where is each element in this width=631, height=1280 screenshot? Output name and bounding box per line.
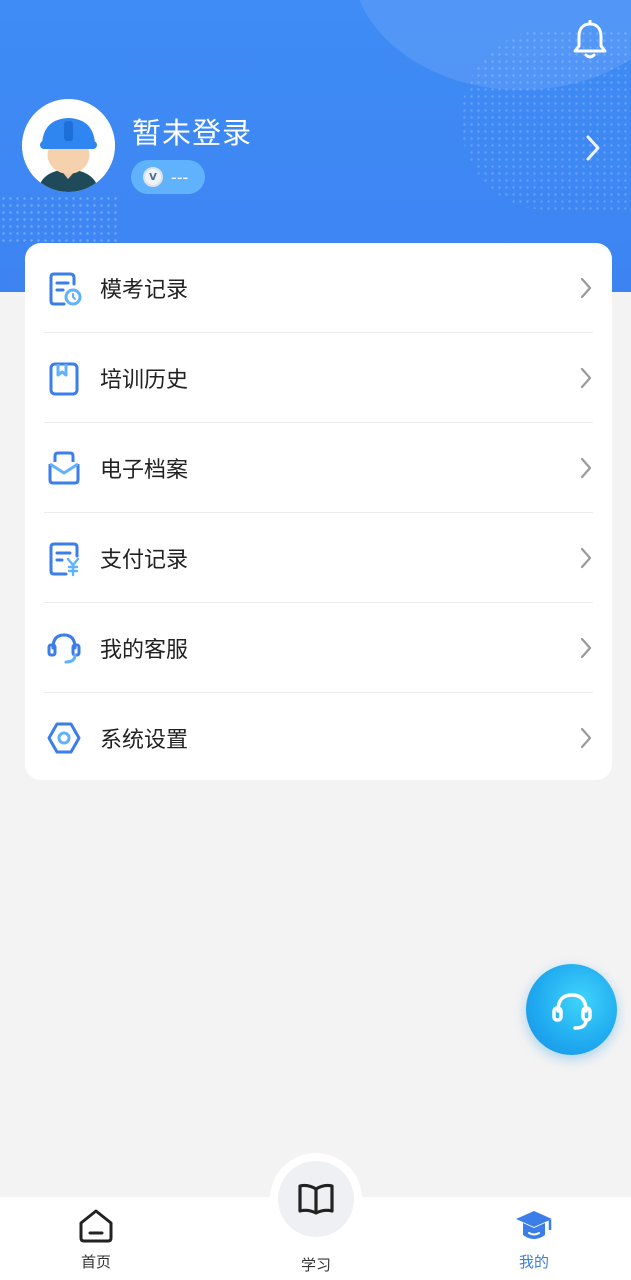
chevron-right-icon[interactable] [583,133,603,163]
chevron-right-icon [579,636,593,660]
menu-item-label: 支付记录 [100,548,189,573]
menu-item-customer-service[interactable]: 我的客服 [44,603,593,693]
menu-item-label: 我的客服 [100,638,189,663]
menu-item-label: 系统设置 [100,728,189,753]
menu-item-label: 电子档案 [100,458,189,483]
menu-item-exam-record[interactable]: 模考记录 [44,243,593,333]
e-archive-icon [46,448,82,488]
tab-home[interactable]: 首页 [36,1197,156,1280]
menu-item-training-history[interactable]: 培训历史 [44,333,593,423]
tab-label: 首页 [80,1253,111,1271]
chevron-right-icon [579,726,593,750]
points-badge[interactable]: V --- [131,160,205,194]
menu-card: 模考记录 培训历史 电子档案 支付记录 我的客服 系统设置 [25,243,612,780]
chevron-right-icon [579,456,593,480]
headset-icon [551,992,592,1030]
tab-mine[interactable]: 我的 [474,1197,594,1280]
menu-item-label: 模考记录 [100,278,189,303]
graduation-cap-icon [514,1205,554,1245]
settings-icon [46,718,82,758]
home-icon [76,1205,116,1245]
username[interactable]: 暂未登录 [132,110,252,152]
tab-label: 我的 [518,1253,549,1271]
exam-record-icon [46,268,82,308]
menu-item-payment-record[interactable]: 支付记录 [44,513,593,603]
chevron-right-icon [579,276,593,300]
menu-item-e-archive[interactable]: 电子档案 [44,423,593,513]
book-icon [298,1183,334,1215]
tab-study[interactable] [278,1161,354,1237]
coin-icon: V [143,167,163,187]
customer-service-icon [46,628,82,668]
chevron-right-icon [579,366,593,390]
chevron-right-icon [579,546,593,570]
tab-label: 学习 [300,1256,331,1274]
menu-item-label: 培训历史 [100,368,189,393]
points-value: --- [171,167,189,187]
avatar[interactable] [22,99,115,192]
bell-icon[interactable] [572,19,608,60]
menu-item-settings[interactable]: 系统设置 [44,693,593,783]
training-history-icon [46,358,82,398]
payment-record-icon [46,538,82,578]
header-decoration-dots-left [0,195,118,245]
customer-service-fab[interactable] [526,964,617,1055]
